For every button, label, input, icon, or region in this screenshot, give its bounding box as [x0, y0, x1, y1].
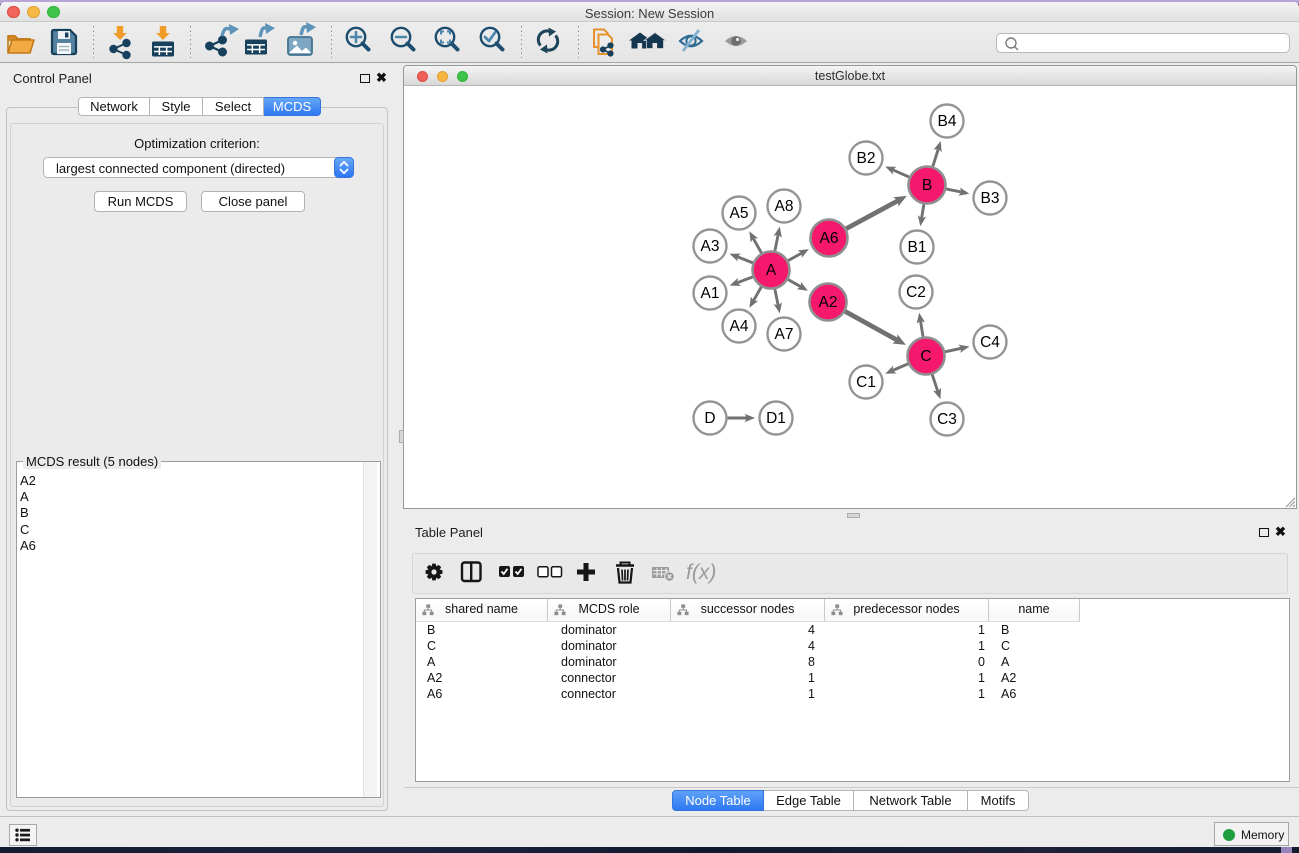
svg-text:A2: A2	[819, 294, 838, 311]
svg-text:A5: A5	[730, 205, 749, 222]
svg-text:A4: A4	[730, 318, 749, 335]
svg-text:A8: A8	[775, 198, 794, 215]
svg-text:C1: C1	[856, 374, 876, 391]
svg-text:A3: A3	[701, 238, 720, 255]
svg-text:A: A	[766, 262, 777, 279]
svg-text:A6: A6	[820, 230, 839, 247]
svg-text:C3: C3	[937, 411, 957, 428]
svg-text:A7: A7	[775, 326, 794, 343]
svg-text:B4: B4	[938, 113, 957, 130]
svg-text:A1: A1	[701, 285, 720, 302]
svg-text:C2: C2	[906, 284, 926, 301]
svg-text:B2: B2	[857, 150, 876, 167]
svg-text:D1: D1	[766, 410, 786, 427]
svg-text:B: B	[922, 177, 932, 194]
svg-text:C: C	[920, 348, 931, 365]
svg-text:C4: C4	[980, 334, 1000, 351]
svg-text:f(x): f(x)	[686, 561, 716, 584]
svg-text:B1: B1	[908, 239, 927, 256]
svg-text:D: D	[704, 410, 715, 427]
svg-text:B3: B3	[981, 190, 1000, 207]
